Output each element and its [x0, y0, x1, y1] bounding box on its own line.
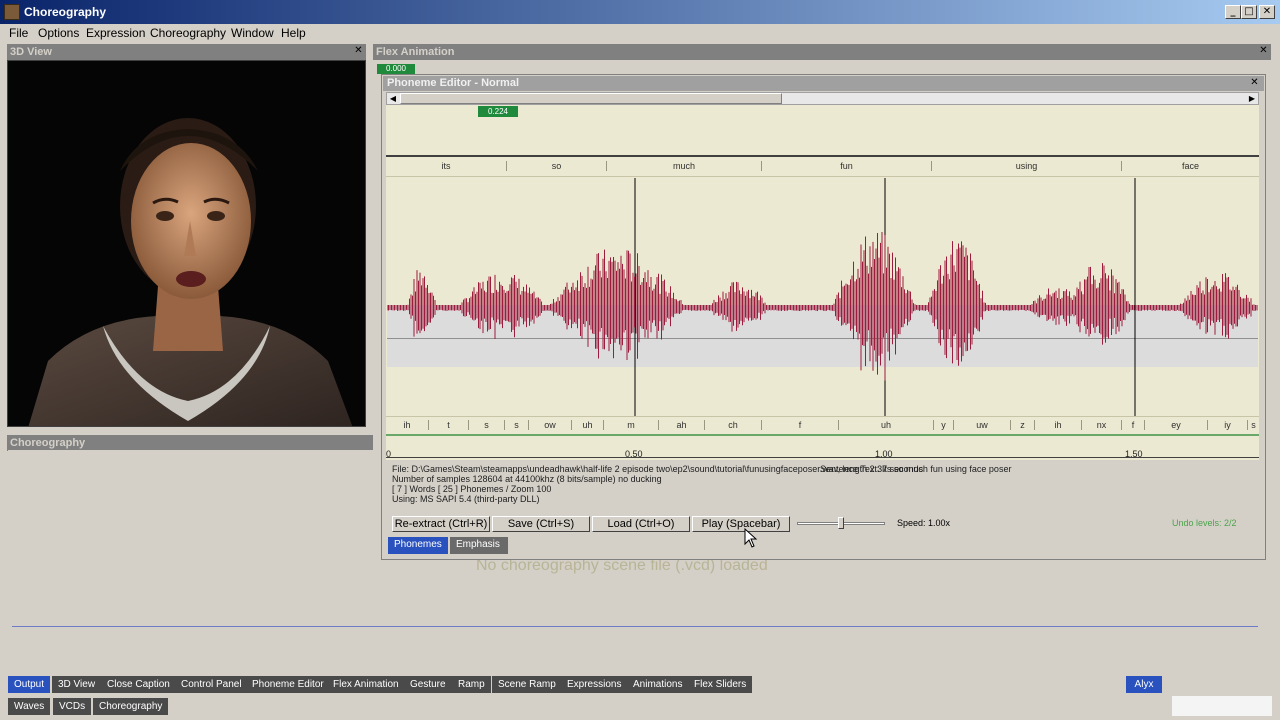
- menu-choreography[interactable]: Choreography: [150, 26, 226, 40]
- phoneme-cell[interactable]: s: [468, 420, 504, 430]
- actor-tab[interactable]: Alyx: [1126, 676, 1162, 693]
- menu-window[interactable]: Window: [231, 26, 274, 40]
- engine-info: Using: MS SAPI 5.4 (third-party DLL): [392, 494, 540, 504]
- word-track: its so much fun using face: [386, 155, 1259, 177]
- panel-title-flex-animation-label: Flex Animation: [376, 46, 455, 58]
- character-render: [8, 61, 365, 426]
- tab-waves[interactable]: Waves: [8, 698, 51, 715]
- tab-gesture[interactable]: Gesture: [404, 676, 452, 693]
- phoneme-cell[interactable]: s: [1247, 420, 1259, 430]
- panel-title-3d-view-label: 3D View: [10, 46, 52, 58]
- save-button[interactable]: Save (Ctrl+S): [492, 516, 590, 532]
- word-cell[interactable]: using: [931, 161, 1121, 171]
- mouse-cursor-icon: [744, 528, 758, 548]
- playhead-time-badge: 0.224: [478, 106, 518, 117]
- phoneme-cell[interactable]: uh: [838, 420, 933, 430]
- tab-choreography[interactable]: Choreography: [93, 698, 169, 715]
- word-cell[interactable]: face: [1121, 161, 1259, 171]
- phoneme-editor-title: Phoneme Editor - Normal: [387, 77, 520, 89]
- speed-slider-thumb[interactable]: [838, 517, 844, 529]
- panel-title-3d-view: 3D View ✕: [7, 44, 366, 60]
- ruler-label: 1.00: [875, 449, 893, 459]
- play-button[interactable]: Play (Spacebar): [692, 516, 790, 532]
- menu-bar: File Options Expression Choreography Win…: [0, 24, 1280, 42]
- maximize-button[interactable]: □: [1241, 5, 1257, 19]
- choreography-divider: [12, 626, 1258, 627]
- phoneme-cell[interactable]: s: [504, 420, 528, 430]
- close-button[interactable]: ✕: [1259, 5, 1275, 19]
- menu-file[interactable]: File: [9, 26, 28, 40]
- close-icon[interactable]: ✕: [353, 46, 364, 57]
- words-info: [ 7 ] Words [ 25 ] Phonemes / Zoom 100: [392, 484, 552, 494]
- flex-time-badge: 0.000: [377, 64, 415, 74]
- 3d-viewport[interactable]: [7, 60, 366, 427]
- phoneme-cell[interactable]: ch: [704, 420, 761, 430]
- reextract-button[interactable]: Re-extract (Ctrl+R): [392, 516, 490, 532]
- word-cell[interactable]: much: [606, 161, 761, 171]
- phoneme-cell[interactable]: ow: [528, 420, 571, 430]
- speed-label: Speed: 1.00x: [897, 518, 951, 528]
- phoneme-cell[interactable]: z: [1010, 420, 1034, 430]
- panel-title-choreography-label: Choreography: [10, 437, 86, 449]
- menu-expression[interactable]: Expression: [86, 26, 145, 40]
- app-titlebar: Choreography _ □ ✕: [0, 0, 1280, 24]
- ruler-label: 0: [386, 449, 392, 459]
- tab-flex-sliders[interactable]: Flex Sliders: [688, 676, 753, 693]
- undo-levels: Undo levels: 2/2: [1172, 518, 1237, 528]
- tab-animations[interactable]: Animations: [627, 676, 689, 693]
- phoneme-cell[interactable]: y: [933, 420, 953, 430]
- phoneme-cell[interactable]: m: [603, 420, 658, 430]
- app-icon: [4, 4, 20, 20]
- tab-expressions[interactable]: Expressions: [561, 676, 628, 693]
- status-box: [1172, 696, 1272, 716]
- samples-info: Number of samples 128604 at 44100khz (8 …: [392, 474, 662, 484]
- phoneme-cell[interactable]: uw: [953, 420, 1010, 430]
- menu-help[interactable]: Help: [281, 26, 306, 40]
- tab-3d-view[interactable]: 3D View: [52, 676, 102, 693]
- menu-options[interactable]: Options: [38, 26, 79, 40]
- tab-scene-ramp[interactable]: Scene Ramp: [492, 676, 562, 693]
- tab-phonemes[interactable]: Phonemes: [388, 537, 448, 554]
- phoneme-cell[interactable]: f: [1121, 420, 1144, 430]
- scroll-right-icon[interactable]: ▶: [1246, 93, 1258, 104]
- tab-ramp[interactable]: Ramp: [452, 676, 491, 693]
- panel-title-choreography: Choreography: [7, 435, 380, 451]
- panel-title-flex-animation: Flex Animation ✕: [373, 44, 1271, 60]
- tab-control-panel[interactable]: Control Panel: [175, 676, 248, 693]
- tab-emphasis[interactable]: Emphasis: [450, 537, 508, 554]
- word-cell[interactable]: so: [506, 161, 606, 171]
- app-title: Choreography: [24, 5, 107, 19]
- waveform[interactable]: [387, 178, 1258, 416]
- phoneme-cell[interactable]: ih: [1034, 420, 1081, 430]
- word-cell[interactable]: its: [386, 161, 506, 171]
- phoneme-cell[interactable]: t: [428, 420, 468, 430]
- sentence-text: Sentence Text: Its so much fun using fac…: [820, 464, 1012, 474]
- minimize-button[interactable]: _: [1225, 5, 1241, 19]
- scroll-left-icon[interactable]: ◀: [387, 93, 399, 104]
- load-button[interactable]: Load (Ctrl+O): [592, 516, 690, 532]
- phoneme-cell[interactable]: f: [761, 420, 838, 430]
- phoneme-cell[interactable]: nx: [1081, 420, 1121, 430]
- ruler-label: 1.50: [1125, 449, 1143, 459]
- tab-phoneme-editor[interactable]: Phoneme Editor: [246, 676, 330, 693]
- phoneme-cell[interactable]: iy: [1207, 420, 1247, 430]
- tab-close-caption[interactable]: Close Caption: [101, 676, 176, 693]
- close-icon[interactable]: ✕: [1258, 46, 1269, 57]
- tab-vcds[interactable]: VCDs: [53, 698, 92, 715]
- phoneme-cell[interactable]: uh: [571, 420, 603, 430]
- scrollbar-thumb[interactable]: [400, 93, 782, 104]
- phoneme-cell[interactable]: ey: [1144, 420, 1207, 430]
- phoneme-cell[interactable]: ih: [386, 420, 428, 430]
- tab-flex-animation[interactable]: Flex Animation: [327, 676, 405, 693]
- ruler-label: 0.50: [625, 449, 643, 459]
- phoneme-track: ih t s s ow uh m ah ch f uh y uw z ih nx…: [386, 416, 1259, 436]
- tab-output[interactable]: Output: [8, 676, 51, 693]
- phoneme-cell[interactable]: ah: [658, 420, 704, 430]
- phoneme-editor-titlebar: Phoneme Editor - Normal ✕: [383, 76, 1264, 91]
- word-cell[interactable]: fun: [761, 161, 931, 171]
- close-icon[interactable]: ✕: [1249, 78, 1260, 89]
